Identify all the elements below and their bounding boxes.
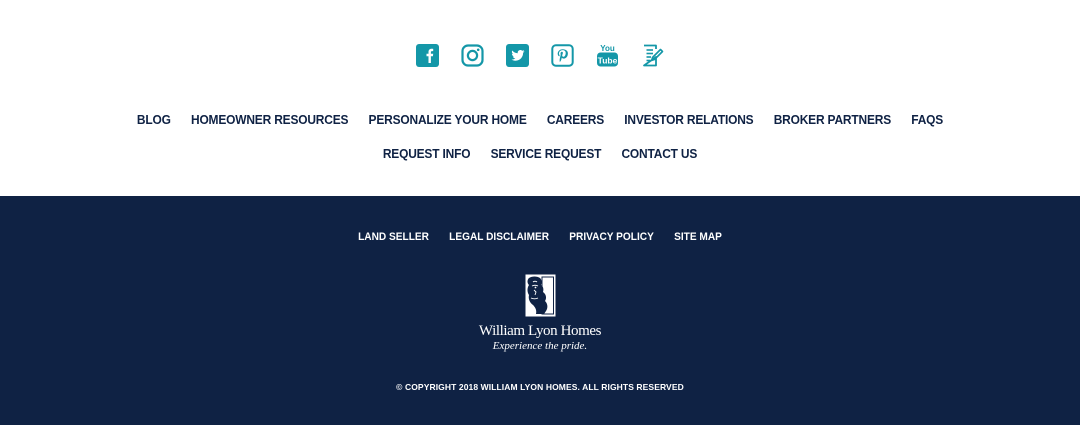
social-icons-bar: You Tube — [0, 43, 1080, 68]
site-map-link[interactable]: SITE MAP — [674, 230, 722, 244]
facebook-icon[interactable] — [416, 43, 439, 68]
nav-service-request-link[interactable]: SERVICE REQUEST — [491, 145, 602, 162]
land-seller-link[interactable]: LAND SELLER — [358, 230, 429, 244]
footer-page: You Tube BLOG HOMEOWNER RESOURCES PERSON… — [0, 0, 1080, 425]
nav-request-info-link[interactable]: REQUEST INFO — [383, 145, 471, 162]
nav-careers-link[interactable]: CAREERS — [547, 111, 604, 128]
svg-text:Tube: Tube — [598, 56, 618, 66]
pinterest-icon[interactable] — [551, 43, 574, 68]
copyright-text: © COPYRIGHT 2018 WILLIAM LYON HOMES. ALL… — [396, 382, 684, 392]
brand-logo[interactable]: William Lyon Homes Experience the pride. — [0, 274, 1080, 352]
legal-links-row: LAND SELLER LEGAL DISCLAIMER PRIVACY POL… — [43, 230, 1037, 244]
footer-bottom-section: LAND SELLER LEGAL DISCLAIMER PRIVACY POL… — [0, 196, 1080, 425]
svg-text:You: You — [600, 44, 615, 53]
primary-nav-row-2: REQUEST INFO SERVICE REQUEST CONTACT US — [43, 145, 1037, 162]
nav-homeowner-resources-link[interactable]: HOMEOWNER RESOURCES — [191, 111, 349, 128]
legal-disclaimer-link[interactable]: LEGAL DISCLAIMER — [449, 230, 549, 244]
nav-faqs-link[interactable]: FAQS — [911, 111, 943, 128]
footer-top-section: You Tube BLOG HOMEOWNER RESOURCES PERSON… — [0, 0, 1080, 196]
twitter-icon[interactable] — [506, 43, 529, 68]
nav-broker-partners-link[interactable]: BROKER PARTNERS — [774, 111, 891, 128]
instagram-icon[interactable] — [461, 43, 484, 68]
blog-edit-icon[interactable] — [641, 43, 664, 68]
nav-personalize-your-home-link[interactable]: PERSONALIZE YOUR HOME — [369, 111, 527, 128]
nav-investor-relations-link[interactable]: INVESTOR RELATIONS — [624, 111, 753, 128]
nav-blog-link[interactable]: BLOG — [137, 111, 171, 128]
brand-tagline: Experience the pride. — [492, 340, 588, 352]
primary-nav-row-1: BLOG HOMEOWNER RESOURCES PERSONALIZE YOU… — [43, 111, 1037, 128]
nav-contact-us-link[interactable]: CONTACT US — [621, 145, 697, 162]
privacy-policy-link[interactable]: PRIVACY POLICY — [569, 230, 654, 244]
youtube-icon[interactable]: You Tube — [596, 43, 619, 68]
brand-name: William Lyon Homes — [478, 323, 602, 339]
lion-logo-icon — [525, 274, 555, 317]
